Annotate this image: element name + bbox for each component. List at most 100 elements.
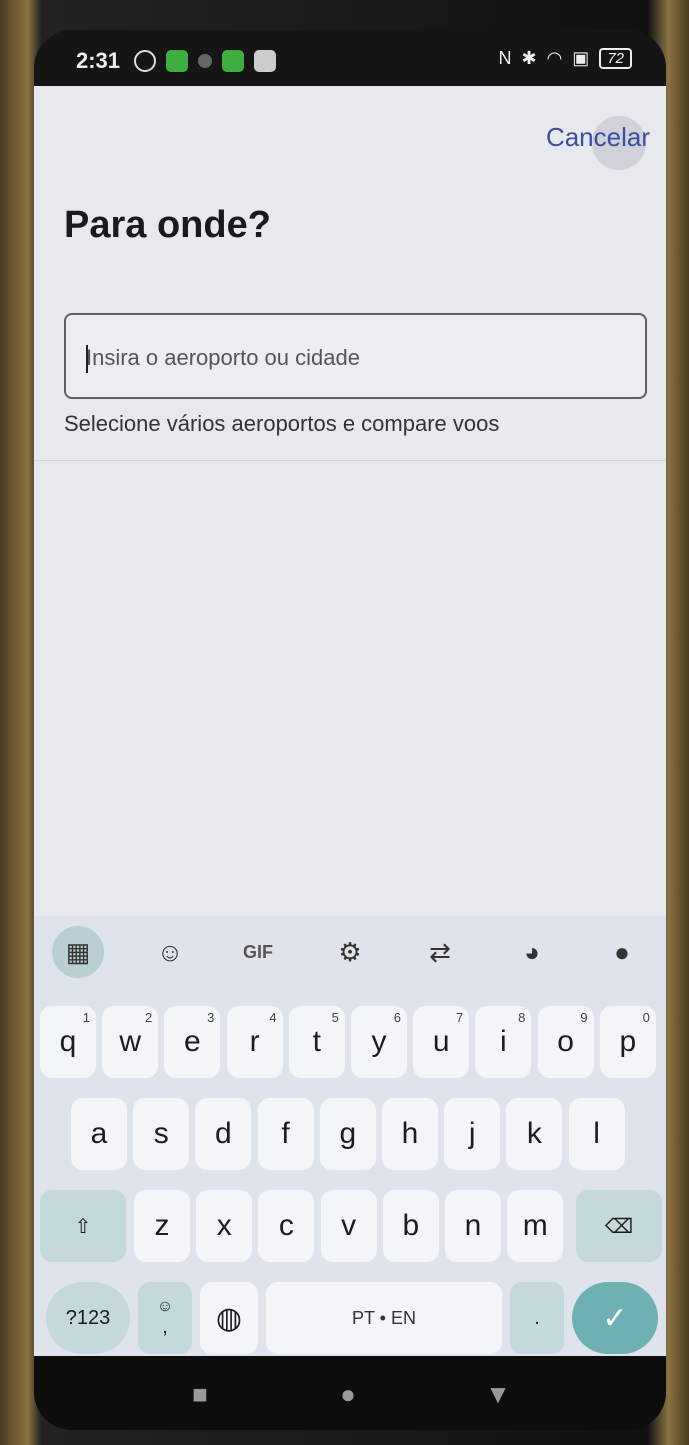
status-bar: 2:31 N ✱ ◠ ▣ 72 xyxy=(34,30,666,86)
notification-icon xyxy=(222,50,244,72)
key-z[interactable]: z xyxy=(134,1190,190,1262)
gif-button[interactable]: GIF xyxy=(232,926,284,978)
key-l[interactable]: l xyxy=(568,1098,625,1170)
key-d[interactable]: d xyxy=(195,1098,252,1170)
key-g[interactable]: g xyxy=(319,1098,376,1170)
settings-gear-icon[interactable]: ⚙ xyxy=(324,926,376,978)
key-label: y xyxy=(371,1025,387,1058)
shift-key[interactable]: ⇧ xyxy=(40,1190,126,1262)
enter-key[interactable]: ✓ xyxy=(572,1282,658,1354)
key-label: a xyxy=(90,1117,108,1150)
key-label: e xyxy=(184,1025,201,1058)
key-hint-digit: 8 xyxy=(518,1010,526,1025)
key-label: g xyxy=(339,1117,357,1150)
back-button[interactable]: ▼ xyxy=(478,1374,518,1414)
backspace-key[interactable]: ⌫ xyxy=(576,1190,662,1262)
recents-button[interactable]: ■ xyxy=(180,1374,220,1414)
key-label: k xyxy=(526,1117,542,1150)
apps-grid-icon[interactable]: ▦ xyxy=(52,926,104,978)
key-label: p xyxy=(619,1025,637,1058)
triangle-icon: ▼ xyxy=(485,1378,511,1409)
key-label: q xyxy=(59,1025,77,1058)
key-label: z xyxy=(154,1209,170,1242)
key-x[interactable]: x xyxy=(196,1190,253,1262)
key-y[interactable]: y6 xyxy=(351,1006,407,1078)
key-label: x xyxy=(216,1209,232,1242)
divider xyxy=(34,460,666,461)
bug-icon xyxy=(198,54,212,68)
key-label: l xyxy=(593,1117,600,1150)
nfc-icon: N xyxy=(498,48,512,68)
key-label: j xyxy=(468,1117,476,1150)
status-notification-icons xyxy=(134,50,276,72)
key-u[interactable]: u7 xyxy=(413,1006,470,1078)
keyboard-toolbar: ▦ ☺ GIF ⚙ ⇄ ◕ ● xyxy=(34,916,666,986)
key-hint-digit: 2 xyxy=(144,1010,153,1025)
key-f[interactable]: f xyxy=(257,1098,314,1170)
bluetooth-icon: ✱ xyxy=(521,48,537,68)
key-hint-digit: 9 xyxy=(580,1010,588,1025)
key-r[interactable]: r4 xyxy=(226,1006,283,1078)
key-label: t xyxy=(312,1025,321,1058)
key-k[interactable]: k xyxy=(506,1098,563,1170)
sticker-icon[interactable]: ☺ xyxy=(144,926,196,978)
soft-keyboard: ▦ ☺ GIF ⚙ ⇄ ◕ ● q1w2e3r4t5y6u7i8o9p0 asd… xyxy=(34,916,666,1356)
wifi-icon: ◠ xyxy=(546,48,563,68)
microphone-icon[interactable]: ● xyxy=(596,926,648,978)
space-key[interactable]: PT • EN xyxy=(266,1282,502,1354)
key-b[interactable]: b xyxy=(382,1190,439,1262)
notification-icon xyxy=(166,50,188,72)
status-system-icons: N ✱ ◠ ▣ 72 xyxy=(498,48,632,69)
language-globe-key[interactable]: ◍ xyxy=(200,1282,258,1354)
key-label: c xyxy=(278,1209,294,1242)
key-p[interactable]: p0 xyxy=(599,1006,656,1078)
circle-icon: ● xyxy=(340,1378,356,1409)
key-label: o xyxy=(557,1025,574,1058)
key-hint-digit: 1 xyxy=(82,1010,90,1025)
period-key[interactable]: . xyxy=(510,1282,564,1354)
palette-icon[interactable]: ◕ xyxy=(506,926,558,978)
checkmark-icon: ✓ xyxy=(602,1301,628,1335)
translate-icon[interactable]: ⇄ xyxy=(414,926,466,978)
page-title: Para onde? xyxy=(64,204,271,246)
key-m[interactable]: m xyxy=(507,1190,564,1262)
emoji-comma-key[interactable]: ☺ , xyxy=(138,1282,192,1354)
emoji-icon: ☺ xyxy=(156,1297,174,1315)
key-i[interactable]: i8 xyxy=(475,1006,532,1078)
key-e[interactable]: e3 xyxy=(164,1006,221,1078)
battery-icon: 72 xyxy=(599,48,632,69)
destination-search-field[interactable] xyxy=(64,313,647,399)
key-c[interactable]: c xyxy=(258,1190,315,1262)
key-s[interactable]: s xyxy=(133,1098,190,1170)
notification-icon xyxy=(254,50,276,72)
key-label: w xyxy=(119,1025,142,1058)
destination-search-screen: Cancelar Para onde? Selecione vários aer… xyxy=(34,86,666,946)
key-j[interactable]: j xyxy=(444,1098,501,1170)
key-o[interactable]: o9 xyxy=(537,1006,594,1078)
comma-label: , xyxy=(162,1315,168,1338)
key-hint-digit: 5 xyxy=(331,1010,339,1025)
key-hint-digit: 7 xyxy=(455,1010,464,1025)
key-label: s xyxy=(153,1117,169,1150)
key-a[interactable]: a xyxy=(71,1098,127,1170)
key-h[interactable]: h xyxy=(382,1098,438,1170)
cancel-button[interactable]: Cancelar xyxy=(546,122,650,153)
key-label: r xyxy=(249,1025,260,1058)
key-t[interactable]: t5 xyxy=(288,1006,345,1078)
destination-input[interactable] xyxy=(86,341,626,375)
key-q[interactable]: q1 xyxy=(40,1006,96,1078)
vpn-icon xyxy=(134,50,156,72)
key-w[interactable]: w2 xyxy=(102,1006,159,1078)
device-screen: 2:31 N ✱ ◠ ▣ 72 Cancelar Para onde? Insi… xyxy=(34,30,666,1430)
key-label: v xyxy=(341,1209,357,1242)
home-button[interactable]: ● xyxy=(328,1374,368,1414)
system-nav-bar: ■ ● ▼ xyxy=(34,1356,666,1430)
square-icon: ■ xyxy=(192,1378,208,1409)
key-label: i xyxy=(500,1025,507,1058)
key-label: m xyxy=(522,1209,548,1242)
key-n[interactable]: n xyxy=(445,1190,501,1262)
key-label: u xyxy=(432,1025,450,1058)
symbols-key[interactable]: ?123 xyxy=(46,1282,130,1354)
globe-icon: ◍ xyxy=(215,1301,243,1335)
key-v[interactable]: v xyxy=(320,1190,377,1262)
